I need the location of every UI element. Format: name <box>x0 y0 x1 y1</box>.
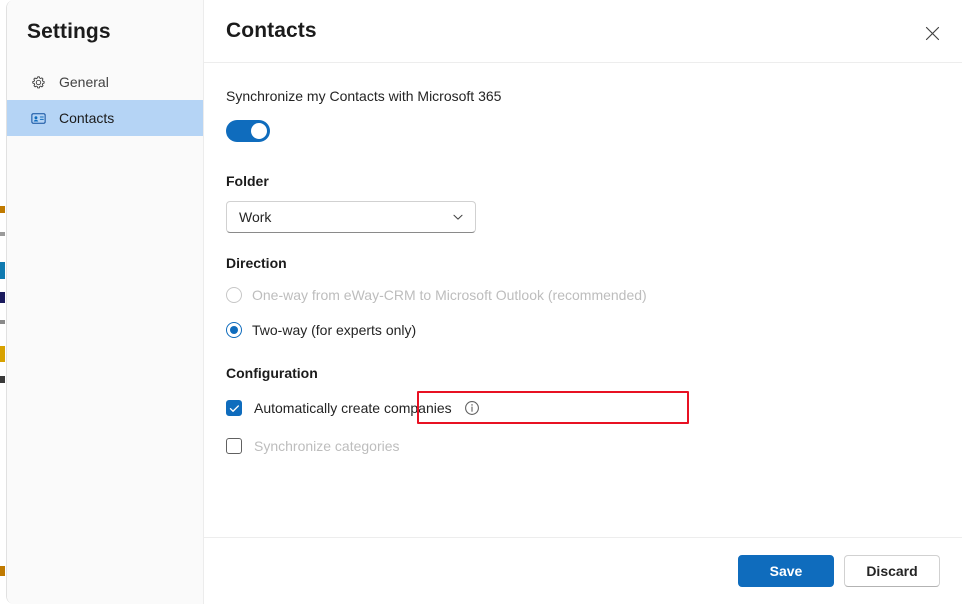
background-category-bar <box>0 376 5 383</box>
direction-option-label: Two-way (for experts only) <box>252 322 417 338</box>
dialog-header: Contacts <box>204 0 962 63</box>
dialog-footer: Save Discard <box>204 537 962 604</box>
background-category-bar <box>0 292 5 303</box>
gear-icon <box>29 73 47 91</box>
direction-option-two-way[interactable]: Two-way (for experts only) <box>226 317 940 343</box>
sidebar-item-contacts[interactable]: Contacts <box>7 100 203 136</box>
settings-content: Synchronize my Contacts with Microsoft 3… <box>204 63 962 537</box>
configuration-label: Configuration <box>226 365 318 381</box>
sidebar-nav-list: General Contacts <box>7 64 203 136</box>
settings-dialog: Settings General Contacts Contacts Synch… <box>6 0 962 604</box>
checkbox-unchecked <box>226 438 242 454</box>
sidebar-item-label: General <box>59 74 109 90</box>
settings-main-panel: Contacts Synchronize my Contacts with Mi… <box>204 0 962 604</box>
sidebar-item-general[interactable]: General <box>7 64 203 100</box>
config-option-sync-categories: Synchronize categories <box>226 433 940 459</box>
folder-label: Folder <box>226 173 269 189</box>
sync-contacts-label: Synchronize my Contacts with Microsoft 3… <box>226 88 502 104</box>
config-option-label: Synchronize categories <box>254 438 400 454</box>
discard-button[interactable]: Discard <box>844 555 940 587</box>
direction-option-one-way: One-way from eWay-CRM to Microsoft Outlo… <box>226 282 940 308</box>
folder-select[interactable]: Work <box>226 201 476 233</box>
contact-card-icon <box>29 109 47 127</box>
background-category-bar <box>0 320 5 324</box>
background-category-bar <box>0 566 5 576</box>
sync-contacts-toggle[interactable] <box>226 120 270 142</box>
background-category-bar <box>0 346 5 362</box>
direction-option-label: One-way from eWay-CRM to Microsoft Outlo… <box>252 287 647 303</box>
folder-selected-value: Work <box>239 209 272 225</box>
radio-button <box>226 287 242 303</box>
settings-sidebar: Settings General Contacts <box>7 0 204 604</box>
settings-title: Settings <box>27 20 111 43</box>
background-category-bar <box>0 262 5 279</box>
info-icon[interactable] <box>464 400 480 416</box>
chevron-down-icon <box>451 210 465 224</box>
page-title: Contacts <box>226 19 317 42</box>
save-button[interactable]: Save <box>738 555 834 587</box>
background-category-bar <box>0 232 5 236</box>
background-category-bar <box>0 206 5 213</box>
sidebar-item-label: Contacts <box>59 110 115 126</box>
close-icon[interactable] <box>916 17 948 49</box>
config-option-auto-create-companies[interactable]: Automatically create companies <box>226 395 940 421</box>
radio-button-selected <box>226 322 242 338</box>
direction-label: Direction <box>226 255 287 271</box>
checkbox-checked <box>226 400 242 416</box>
toggle-knob <box>251 123 267 139</box>
config-option-label: Automatically create companies <box>254 400 452 416</box>
